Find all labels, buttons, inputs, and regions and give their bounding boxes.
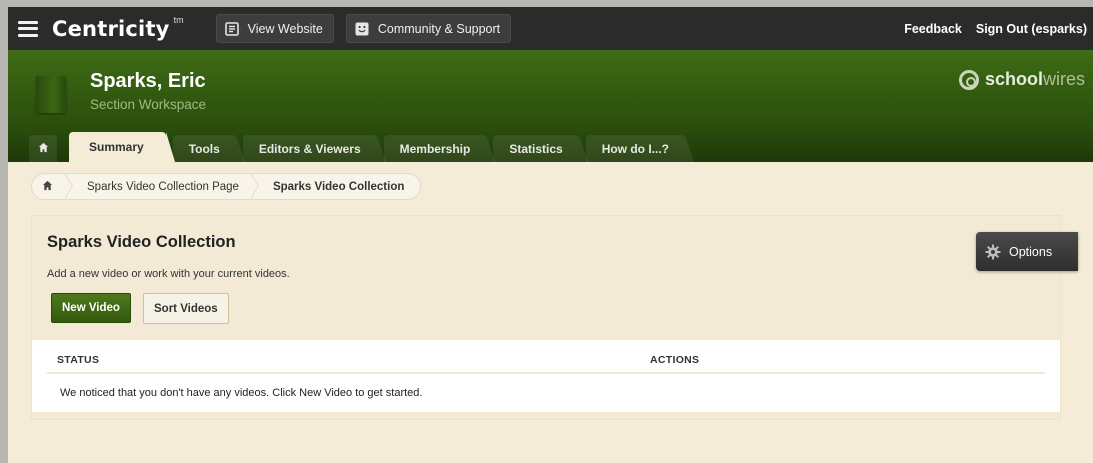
view-website-label: View Website xyxy=(247,21,323,36)
tab-statistics[interactable]: Statistics xyxy=(493,135,589,162)
schoolwires-logo: school wires xyxy=(958,69,1085,90)
workspace-header: Sparks, Eric Section Workspace school wir… xyxy=(8,50,1093,162)
sign-out-link[interactable]: Sign Out (esparks) xyxy=(976,22,1087,36)
video-collection-panel: Sparks Video Collection Add a new video … xyxy=(31,215,1061,420)
community-support-label: Community & Support xyxy=(377,21,501,36)
top-bar: Centricity tm View Website Community & S… xyxy=(8,7,1093,50)
document-icon xyxy=(224,21,239,36)
view-website-button[interactable]: View Website xyxy=(215,14,334,43)
breadcrumb-item-collection-page[interactable]: Sparks Video Collection Page xyxy=(87,173,273,200)
new-video-button[interactable]: New Video xyxy=(51,293,131,323)
table-header-divider xyxy=(47,372,1045,374)
videos-table: STATUS ACTIONS We noticed that you don't… xyxy=(32,340,1060,412)
tab-editors-viewers[interactable]: Editors & Viewers xyxy=(242,135,386,162)
sort-videos-button[interactable]: Sort Videos xyxy=(143,293,229,324)
logo-bold-text: school xyxy=(984,69,1043,89)
options-label: Options xyxy=(1009,244,1053,259)
breadcrumb-item-current: Sparks Video Collection xyxy=(272,180,405,193)
page-description: Add a new video or work with your curren… xyxy=(47,268,290,280)
workspace-book-icon xyxy=(36,76,66,113)
tab-membership[interactable]: Membership xyxy=(383,135,495,162)
main-content: Sparks Video Collection Page Sparks Vide… xyxy=(8,162,1093,463)
top-right-links: Feedback Sign Out (esparks) xyxy=(904,7,1093,50)
feedback-link[interactable]: Feedback xyxy=(904,22,962,36)
tab-how-do-i[interactable]: How do I...? xyxy=(585,135,695,162)
breadcrumb-label: Sparks Video Collection Page xyxy=(87,180,239,193)
hamburger-icon[interactable] xyxy=(18,20,38,37)
page-title: Sparks Video Collection xyxy=(47,233,236,251)
workspace-type: Section Workspace xyxy=(90,97,207,112)
workspace-tabs: Summary Tools Editors & Viewers Membersh… xyxy=(29,132,695,162)
home-icon xyxy=(42,180,53,194)
smiley-icon xyxy=(355,22,369,36)
tab-tools[interactable]: Tools xyxy=(172,135,245,162)
logo-light-text: wires xyxy=(1042,69,1085,89)
community-support-button[interactable]: Community & Support xyxy=(345,14,512,43)
breadcrumb-home[interactable] xyxy=(42,173,87,200)
home-icon xyxy=(38,142,49,156)
breadcrumb: Sparks Video Collection Page Sparks Vide… xyxy=(31,173,422,200)
tab-home[interactable] xyxy=(29,135,57,162)
window-frame: Centricity tm View Website Community & S… xyxy=(0,0,1093,463)
column-header-status: STATUS xyxy=(57,354,100,366)
column-header-actions: ACTIONS xyxy=(650,354,700,366)
workspace-name: Sparks, Eric xyxy=(90,70,206,92)
tab-summary[interactable]: Summary xyxy=(69,132,175,162)
empty-state-message: We noticed that you don't have any video… xyxy=(60,387,423,399)
brand-trademark: tm xyxy=(173,15,184,25)
schoolwires-logo-icon xyxy=(958,69,979,90)
brand-name: Centricity xyxy=(52,16,170,41)
gear-icon xyxy=(985,244,1001,260)
options-button[interactable]: Options xyxy=(976,232,1078,271)
